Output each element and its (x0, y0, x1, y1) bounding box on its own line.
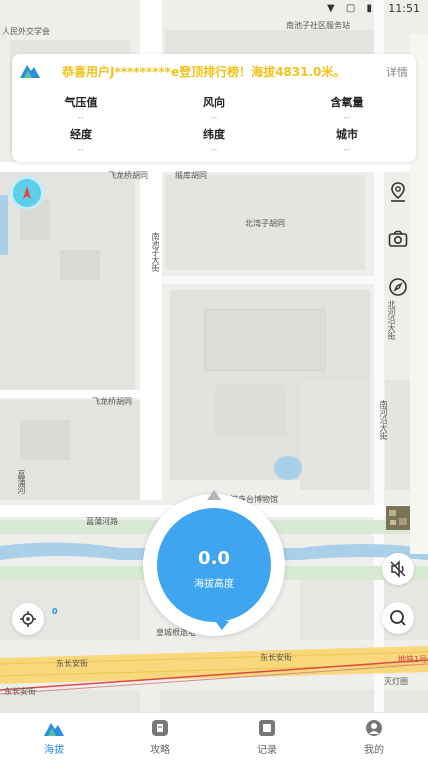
announcement-row: 恭喜用户J*********e登顶排行榜！海拔4831.0米。 详情 (12, 54, 416, 88)
dial-top-marker-icon (207, 490, 221, 500)
metric-value: -- (77, 145, 85, 155)
search-icon (390, 610, 406, 626)
locate-me-button[interactable] (12, 603, 44, 635)
nav-label: 海拔 (44, 745, 64, 756)
map-label: 地铁1号线 (398, 655, 428, 664)
map-label: 缎库胡同 (175, 171, 207, 180)
status-bar: ▼ ▢ ▮ 11:51 (0, 0, 428, 18)
metric-latitude: 纬度 -- (147, 126, 281, 155)
mountain-icon (44, 719, 64, 737)
map-label: 北河沿大街 (387, 300, 396, 340)
metric-value: -- (77, 113, 85, 123)
metric-pressure: 气压值 -- (14, 94, 148, 123)
mute-icon (390, 560, 406, 578)
compass-icon (389, 278, 407, 296)
map-label: 东长安街 (4, 687, 36, 696)
record-icon (257, 719, 277, 737)
nav-label: 记录 (257, 745, 277, 756)
nav-label: 我的 (364, 745, 384, 756)
altitude-label: 海拔高度 (194, 579, 234, 590)
camera-button[interactable] (384, 225, 412, 253)
satellite-thumbnail-icon (386, 506, 410, 530)
metric-value: -- (210, 145, 218, 155)
sound-toggle-button[interactable] (382, 553, 414, 585)
metric-label: 经度 (70, 128, 92, 141)
map-label: 飞龙桥胡同 (108, 171, 148, 180)
nav-tab-records[interactable]: 记录 (227, 719, 307, 756)
location-pin-button[interactable] (384, 178, 412, 206)
crosshair-icon (20, 611, 36, 627)
map-label: 0 (52, 607, 58, 616)
metric-value: -- (343, 113, 351, 123)
metric-value: -- (343, 145, 351, 155)
map-label: 南池子大街 (151, 232, 160, 272)
map-label: 北湾子胡同 (245, 219, 285, 228)
compass-arrow-icon (23, 186, 31, 199)
metric-longitude: 经度 -- (14, 126, 148, 155)
nav-tab-guide[interactable]: 攻略 (120, 719, 200, 756)
dial-pointer-icon (215, 621, 229, 630)
nav-tab-profile[interactable]: 我的 (334, 719, 414, 756)
metric-label: 风向 (203, 96, 225, 109)
map-label: 东长安街 (56, 659, 88, 668)
map-label: 人民外交学会 (2, 27, 50, 36)
map-label: 菖蒲河 (17, 470, 26, 494)
announcement-text: 恭喜用户J*********e登顶排行榜！海拔4831.0米。 (62, 65, 346, 79)
metric-label: 城市 (336, 128, 358, 141)
altitude-display: 0.0 海拔高度 (157, 508, 271, 622)
status-time: 11:51 (388, 2, 420, 15)
metric-city: 城市 -- (280, 126, 414, 155)
metric-label: 气压值 (64, 96, 98, 109)
metric-value: -- (210, 113, 218, 123)
map-label: 南池子社区服务站 (286, 21, 350, 30)
map-label: 东长安街 (260, 653, 292, 662)
info-card: 恭喜用户J*********e登顶排行榜！海拔4831.0米。 详情 气压值 -… (12, 54, 416, 162)
metric-label: 纬度 (203, 128, 225, 141)
map-layer-button[interactable] (386, 506, 410, 530)
map-label: 菖蒲河路 (86, 517, 118, 526)
altitude-dial: 0.0 海拔高度 (143, 490, 285, 636)
bottom-navigation: 海拔 攻略 记录 我的 (0, 712, 428, 762)
metric-wind-direction: 风向 -- (147, 94, 281, 123)
nav-tab-altitude[interactable]: 海拔 (14, 719, 94, 756)
compass-button[interactable] (384, 273, 412, 301)
status-icons: ▼ ▢ ▮ (327, 3, 376, 14)
profile-icon (364, 719, 384, 737)
location-pin-icon (391, 182, 405, 202)
altitude-value: 0.0 (198, 548, 230, 569)
guide-icon (150, 719, 170, 737)
nav-label: 攻略 (150, 745, 170, 756)
map-label: 飞龙桥胡同 (92, 397, 132, 406)
camera-icon (388, 230, 408, 247)
detail-link[interactable]: 详情 (386, 64, 408, 80)
map-label: 南河沿大街 (379, 400, 388, 440)
search-button[interactable] (382, 602, 414, 634)
metric-oxygen: 含氧量 -- (280, 94, 414, 123)
north-compass-button[interactable] (10, 176, 44, 210)
map-label: 灭灯圈 (384, 677, 408, 686)
metric-label: 含氧量 (330, 96, 364, 109)
mountain-logo-icon (20, 65, 40, 78)
